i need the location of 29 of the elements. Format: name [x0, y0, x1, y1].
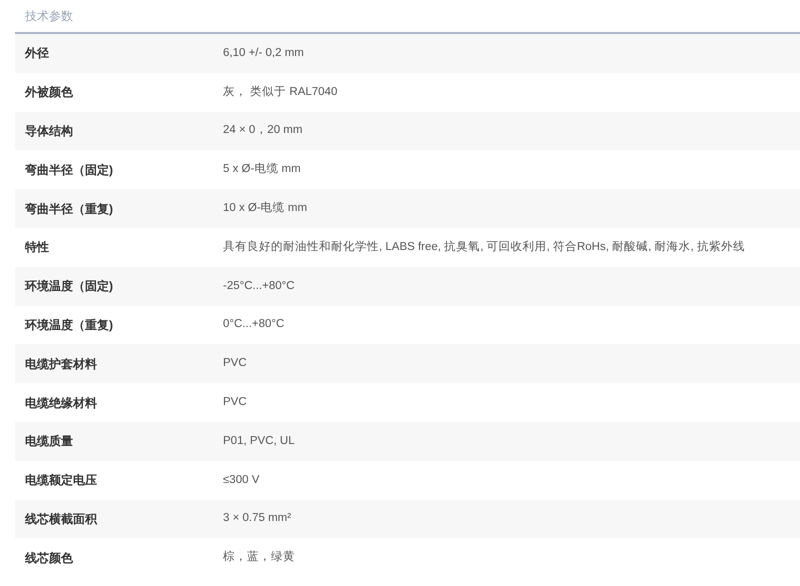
spec-value: -25°C...+80°C	[223, 278, 295, 294]
spec-value: ≤300 V	[223, 472, 260, 488]
spec-label: 弯曲半径（重复)	[24, 200, 114, 218]
spec-label: 电缆质量	[24, 433, 74, 450]
spec-label: 特性	[24, 239, 50, 256]
spec-label: 线芯横截面积	[24, 510, 98, 528]
spec-value: 0°C...+80°C	[223, 317, 284, 332]
spec-label: 电缆绝缘材料	[24, 394, 98, 412]
spec-value: 5 x Ø-电缆 mm	[223, 162, 301, 178]
spec-value: 具有良好的耐油性和耐化学性, LABS free, 抗臭氧, 可回收利用, 符合RoHs, 耐酸碱, 耐海水, 抗紫外线	[223, 240, 745, 255]
spec-label: 环境温度（固定)	[24, 278, 114, 296]
spec-label: 导体结构	[24, 122, 74, 140]
spec-label: 外被颜色	[24, 84, 74, 102]
spec-label: 电缆护套材料	[24, 356, 98, 373]
spec-label: 弯曲半径（固定)	[24, 162, 114, 179]
spec-label: 环境温度（重复)	[24, 316, 114, 334]
spec-value: 棕，蓝，绿黄	[223, 550, 295, 566]
spec-value: P01, PVC, UL	[223, 434, 295, 449]
spec-value: 6,10 +/- 0,2 mm	[223, 46, 304, 61]
spec-label: 电缆额定电压	[24, 472, 98, 490]
spec-label: 线芯颜色	[24, 550, 74, 567]
spec-value: 灰， 类似于 RAL7040	[223, 84, 338, 100]
spec-value: 3 × 0.75 mm²	[223, 511, 292, 526]
spec-value: 10 x Ø-电缆 mm	[223, 200, 308, 216]
spec-label: 外径	[24, 45, 50, 62]
spec-value: PVC	[223, 394, 247, 410]
spec-value: 24 × 0，20 mm	[223, 123, 302, 138]
spec-value: PVC	[223, 356, 247, 372]
section-title: 技术参数	[25, 8, 73, 25]
